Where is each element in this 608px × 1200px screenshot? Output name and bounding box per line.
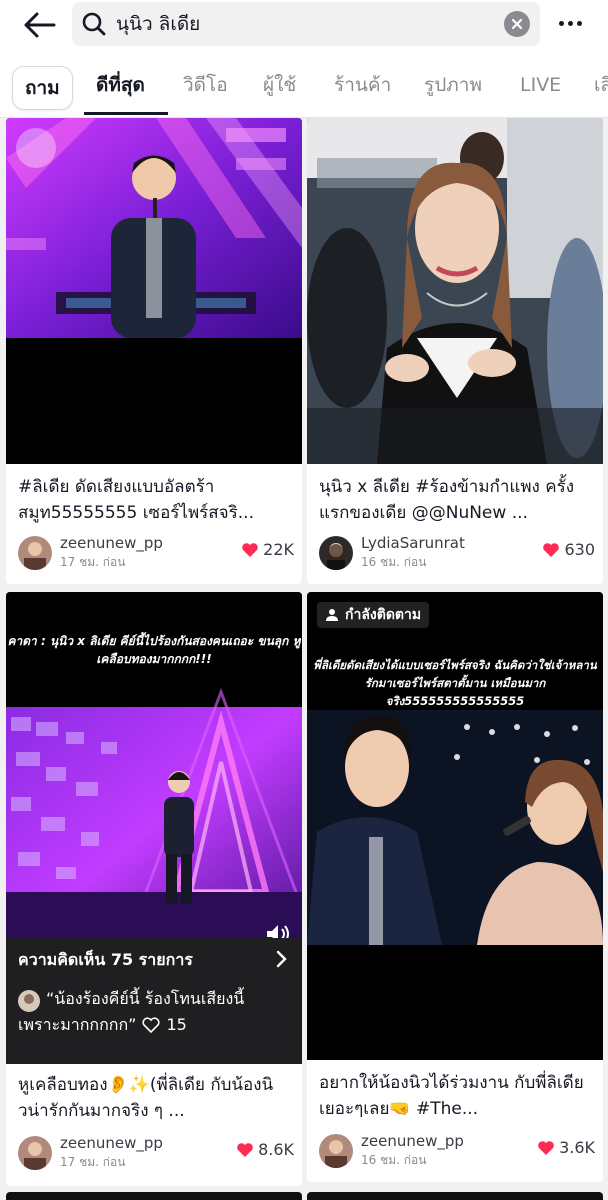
video-caption: หูเคลือบทอง👂✨(พี่ลิเดีย กับน้องนิวน่ารัก…	[18, 1075, 274, 1121]
author-name[interactable]: zeenunew_pp	[60, 1134, 163, 1152]
video-thumbnail: กำลังติดตาม พี่ลิเดียดัดเสียงได้แบบเซอร์…	[307, 592, 603, 1060]
tab-shop[interactable]: ร้านค้า	[334, 65, 391, 105]
video-card[interactable]: กำลังติดตาม พี่ลิเดียดัดเสียงได้แบบเซอร์…	[307, 592, 603, 1182]
clear-search-icon[interactable]	[504, 11, 530, 37]
person-icon	[326, 609, 338, 621]
video-card[interactable]: #ลิเดีย ดัดเสียงแบบอัลตร้าสมูท55555555 เ…	[6, 118, 302, 584]
comments-preview[interactable]: ความคิดเห็น 75 รายการ “น้องร้องคีย์นี้ ร…	[6, 938, 302, 1064]
avatar[interactable]	[18, 536, 52, 570]
search-input[interactable]	[116, 9, 486, 39]
comment-text-line2: เพราะมากกกกก”	[18, 1015, 137, 1034]
tab-live[interactable]: LIVE	[520, 65, 561, 105]
tab-sounds[interactable]: เสี	[594, 65, 608, 105]
heart-outline-icon	[142, 1016, 160, 1033]
comment-text: “น้องร้องคีย์นี้ ร้องโทนเสียงนี้	[46, 989, 245, 1008]
author-name[interactable]: LydiaSarunrat	[361, 534, 465, 552]
tab-top[interactable]: ดีที่สุด	[96, 65, 145, 105]
active-tab-indicator	[84, 112, 168, 115]
tab-videos[interactable]: วิดีโอ	[183, 65, 228, 105]
video-thumbnail	[6, 118, 302, 464]
search-header	[0, 0, 608, 52]
video-card[interactable]: นุนิว x ลีเดีย #ร้องข้ามกำแพง ครั้งแรกขอ…	[307, 118, 603, 584]
commenter-avatar	[18, 990, 40, 1012]
back-arrow-icon[interactable]	[20, 8, 60, 42]
video-thumbnail: คาดา : นุนิว x ลิเดีย คีย์นี้ไปร้องกันสอ…	[6, 592, 302, 1064]
like-count[interactable]: 8.6K	[236, 1140, 294, 1159]
video-caption: #ลิเดีย ดัดเสียงแบบอัลตร้าสมูท55555555 เ…	[18, 477, 254, 523]
post-time: 16 ชม. ก่อน	[361, 1153, 427, 1167]
like-count-value: 630	[564, 540, 595, 559]
post-time: 17 ชม. ก่อน	[60, 1155, 126, 1169]
video-card-partial[interactable]	[307, 1192, 603, 1200]
like-count-value: 22K	[263, 540, 294, 559]
tab-photos[interactable]: รูปภาพ	[424, 65, 482, 105]
like-count[interactable]: 630	[542, 540, 595, 559]
tab-ask[interactable]: ถาม	[12, 66, 73, 110]
comment-like-count: 15	[166, 1015, 187, 1034]
following-label: กำลังติดตาม	[345, 607, 422, 623]
avatar[interactable]	[319, 536, 353, 570]
heart-icon	[242, 542, 258, 557]
video-overlay-text: คาดา : นุนิว x ลิเดีย คีย์นี้ไปร้องกันสอ…	[7, 634, 301, 666]
heart-icon	[543, 542, 560, 557]
video-caption: อยากให้น้องนิวได้ร่วมงาน กับพี่ลิเดียเยอ…	[319, 1073, 584, 1119]
like-count-value: 3.6K	[559, 1138, 595, 1157]
like-count[interactable]: 3.6K	[537, 1138, 595, 1157]
video-overlay-text: พี่ลิเดียดัดเสียงได้แบบเซอร์ไพร์สจริง ฉั…	[313, 658, 597, 708]
avatar[interactable]	[18, 1136, 52, 1170]
video-meta: LydiaSarunrat 16 ชม. ก่อน 630	[319, 532, 595, 572]
author-name[interactable]: zeenunew_pp	[60, 534, 163, 552]
following-badge: กำลังติดตาม	[317, 602, 430, 628]
video-caption: นุนิว x ลีเดีย #ร้องข้ามกำแพง ครั้งแรกขอ…	[319, 477, 575, 523]
search-bar[interactable]	[72, 2, 540, 46]
video-card[interactable]: คาดา : นุนิว x ลิเดีย คีย์นี้ไปร้องกันสอ…	[6, 592, 302, 1186]
heart-icon	[237, 1142, 253, 1157]
video-meta: zeenunew_pp 16 ชม. ก่อน 3.6K	[319, 1130, 595, 1170]
comment-text-cont: เพราะมากกกกก” 15	[18, 1012, 187, 1037]
like-count[interactable]: 22K	[241, 540, 294, 559]
tab-users[interactable]: ผู้ใช้	[263, 65, 296, 105]
author-name[interactable]: zeenunew_pp	[361, 1132, 464, 1150]
post-time: 17 ชม. ก่อน	[60, 555, 126, 569]
avatar[interactable]	[319, 1134, 353, 1168]
heart-icon	[538, 1140, 554, 1155]
video-thumbnail	[307, 118, 603, 464]
more-options-icon[interactable]	[548, 8, 592, 38]
video-card-partial[interactable]	[6, 1192, 302, 1200]
comments-count-label: ความคิดเห็น 75 รายการ	[18, 950, 193, 969]
post-time: 16 ชม. ก่อน	[361, 555, 427, 569]
video-meta: zeenunew_pp 17 ชม. ก่อน 8.6K	[18, 1132, 294, 1172]
search-icon	[81, 11, 107, 41]
like-count-value: 8.6K	[258, 1140, 294, 1159]
search-tabs: ถาม ดีที่สุด วิดีโอ ผู้ใช้ ร้านค้า รูปภา…	[0, 52, 608, 118]
chevron-right-icon[interactable]	[276, 950, 288, 972]
video-meta: zeenunew_pp 17 ชม. ก่อน 22K	[18, 532, 294, 572]
